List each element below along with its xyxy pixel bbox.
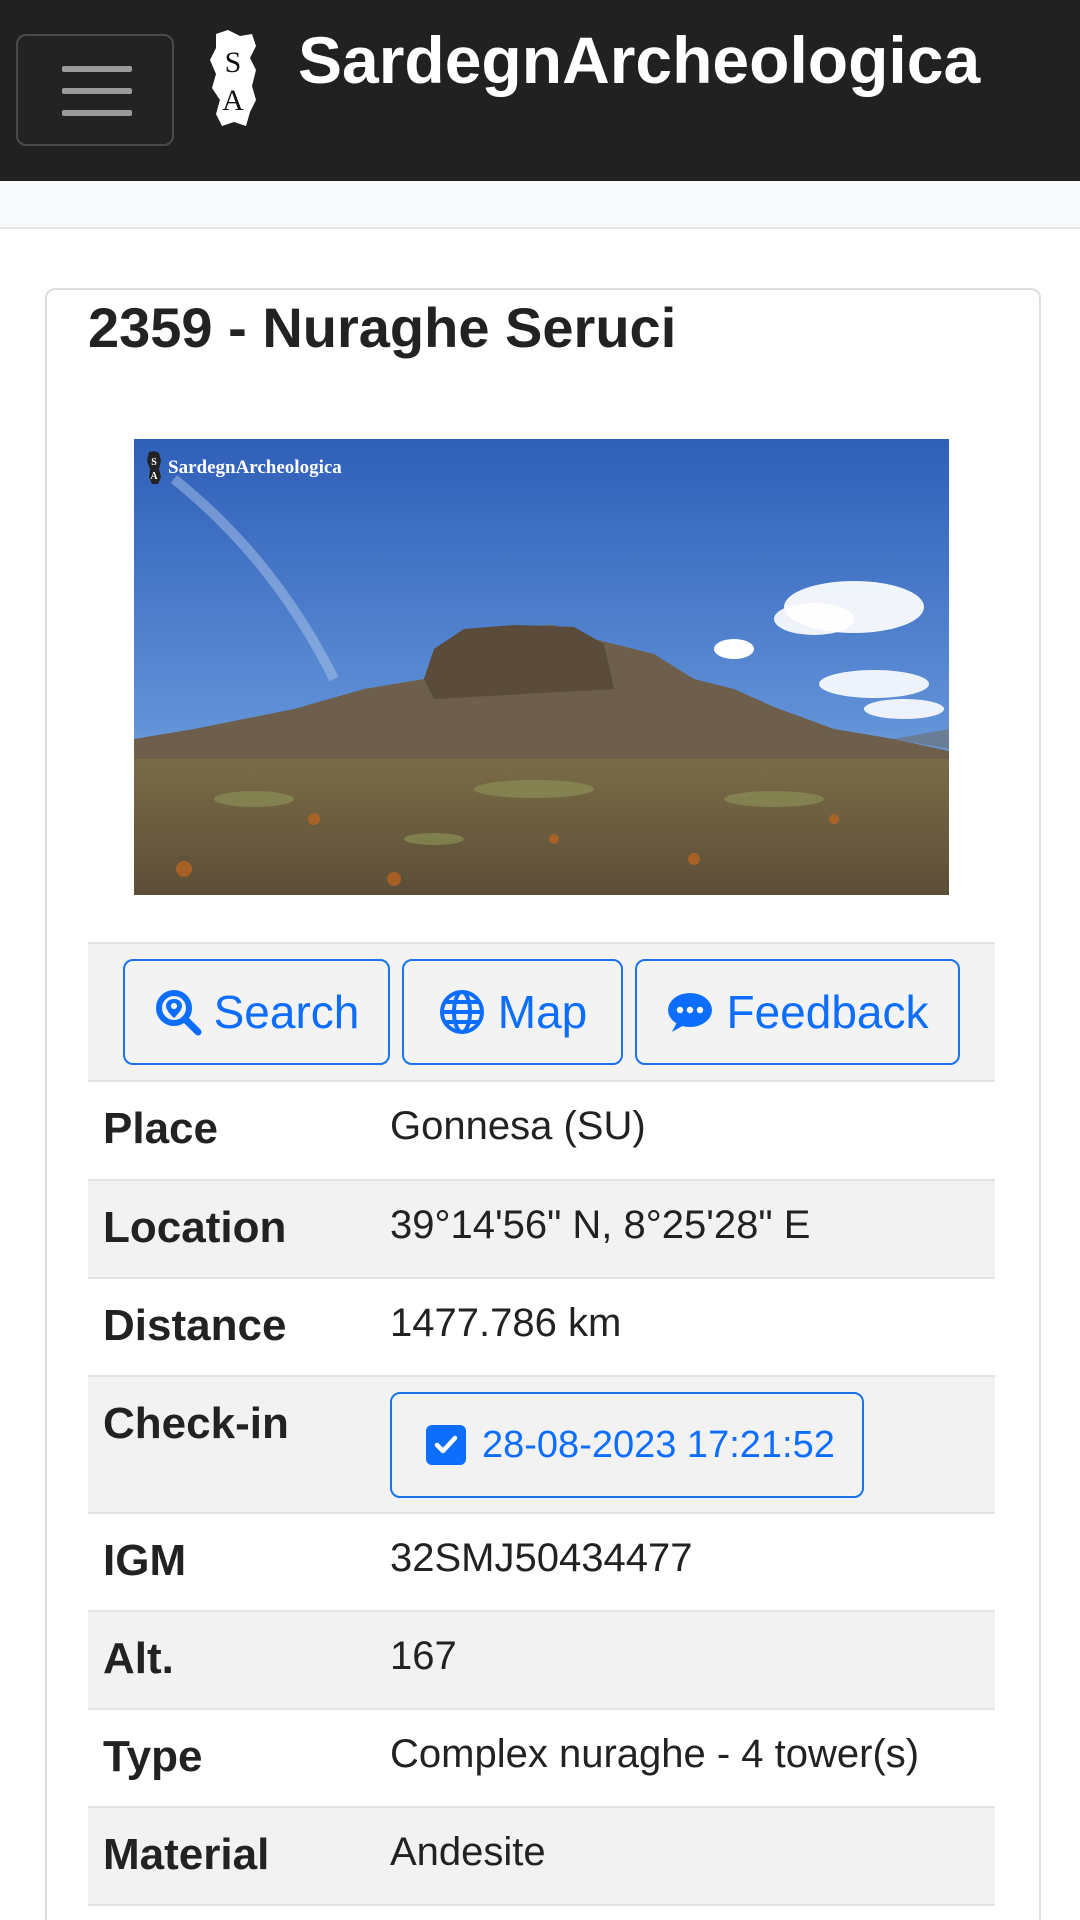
place-label: Place	[88, 1082, 390, 1181]
top-navbar: S A SardegnArcheologica	[0, 0, 1080, 181]
alt-value: 167	[390, 1611, 995, 1710]
table-row: IGM 32SMJ50434477	[88, 1513, 995, 1612]
checkbox-checked-icon	[426, 1425, 466, 1465]
igm-value: 32SMJ50434477	[390, 1513, 995, 1612]
globe-icon	[439, 990, 484, 1034]
menu-icon	[62, 66, 132, 72]
svg-text:A: A	[222, 84, 244, 117]
search-location-icon	[155, 990, 202, 1036]
table-row: Place Gonnesa (SU)	[88, 1082, 995, 1181]
menu-toggle-button[interactable]	[16, 34, 174, 146]
site-photo[interactable]: S A SardegnArcheologica	[134, 439, 949, 895]
location-label: Location	[88, 1180, 390, 1279]
checkin-label: Check-in	[88, 1376, 390, 1514]
checkin-datetime: 28-08-2023 17:21:52	[482, 1423, 835, 1466]
igm-label: IGM	[88, 1513, 390, 1612]
table-row: Alt. 167	[88, 1611, 995, 1710]
table-row: Type Complex nuraghe - 4 tower(s)	[88, 1709, 995, 1808]
table-row: Check-in 28-08-2023 17:21:52	[88, 1376, 995, 1514]
table-row: Distance 1477.786 km	[88, 1278, 995, 1377]
action-buttons-row: Search Map Feedback	[88, 942, 995, 1082]
type-label: Type	[88, 1709, 390, 1808]
sardinia-logo-icon: S A	[147, 451, 161, 484]
svg-text:S: S	[151, 457, 157, 468]
nuraghe-image	[134, 439, 949, 895]
material-label: Material	[88, 1807, 390, 1906]
alt-label: Alt.	[88, 1611, 390, 1710]
comment-dots-icon	[668, 993, 713, 1032]
type-value: Complex nuraghe - 4 tower(s)	[390, 1709, 995, 1808]
brand-title[interactable]: SardegnArcheologica	[298, 22, 980, 98]
search-button[interactable]: Search	[123, 959, 390, 1065]
location-value: 39°14'56" N, 8°25'28" E	[390, 1180, 995, 1279]
table-row: Location 39°14'56" N, 8°25'28" E	[88, 1180, 995, 1279]
map-button-label: Map	[497, 986, 588, 1038]
image-watermark: S A SardegnArcheologica	[146, 451, 342, 485]
menu-icon-bar	[62, 110, 132, 116]
distance-value: 1477.786 km	[390, 1278, 995, 1377]
menu-icon-bar	[62, 88, 132, 94]
search-button-label: Search	[213, 986, 360, 1038]
distance-label: Distance	[88, 1278, 390, 1377]
place-value: Gonnesa (SU)	[390, 1082, 995, 1181]
site-details-table: Place Gonnesa (SU) Location 39°14'56" N,…	[88, 1082, 995, 1906]
map-button[interactable]: Map	[402, 959, 623, 1065]
svg-text:A: A	[150, 471, 158, 482]
svg-text:S: S	[225, 46, 242, 79]
feedback-button[interactable]: Feedback	[635, 959, 960, 1065]
material-value: Andesite	[390, 1807, 995, 1906]
table-row: Material Andesite	[88, 1807, 995, 1906]
page-title: 2359 - Nuraghe Seruci	[88, 296, 677, 359]
feedback-button-label: Feedback	[726, 986, 929, 1038]
checkin-button[interactable]: 28-08-2023 17:21:52	[390, 1392, 864, 1498]
watermark-text: SardegnArcheologica	[168, 457, 342, 478]
breadcrumb-bar	[0, 181, 1080, 229]
sardinia-logo-icon[interactable]: S A	[206, 30, 260, 128]
